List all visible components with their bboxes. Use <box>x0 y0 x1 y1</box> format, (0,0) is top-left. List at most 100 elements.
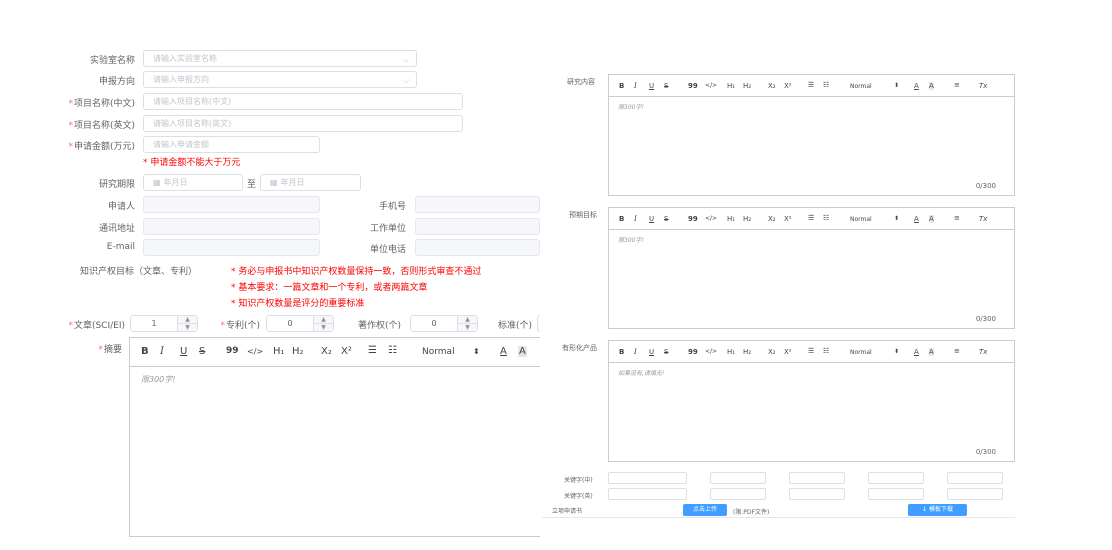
h1-button[interactable]: H₁ <box>727 348 735 356</box>
patent-count-stepper[interactable]: 0 ▲ ▼ <box>266 315 334 332</box>
clean-format-button[interactable]: Tx <box>979 348 987 356</box>
align-button[interactable]: ≡ <box>954 81 960 89</box>
font-color-button[interactable]: A <box>500 346 507 357</box>
clean-format-button[interactable]: Tx <box>979 82 987 90</box>
stepper-down-icon[interactable]: ▼ <box>314 324 333 332</box>
bold-button[interactable]: B <box>619 215 624 223</box>
size-select[interactable]: Normal <box>850 83 872 90</box>
quote-button[interactable]: 99 <box>226 346 239 356</box>
strike-button[interactable]: S <box>664 348 668 356</box>
bold-button[interactable]: B <box>619 348 624 356</box>
background-color-button[interactable]: A <box>929 348 934 356</box>
strike-button[interactable]: S <box>199 346 205 357</box>
font-color-button[interactable]: A <box>914 215 919 223</box>
superscript-button[interactable]: X² <box>784 215 792 223</box>
strike-button[interactable]: S <box>664 82 668 90</box>
address-input[interactable] <box>143 218 320 235</box>
h2-button[interactable]: H₂ <box>292 346 304 357</box>
code-button[interactable]: </> <box>705 215 717 222</box>
stepper-up-icon[interactable]: ▲ <box>314 316 333 324</box>
background-color-button[interactable]: A <box>929 82 934 90</box>
h1-button[interactable]: H₁ <box>273 346 285 357</box>
italic-button[interactable]: I <box>634 348 637 356</box>
h1-button[interactable]: H₁ <box>727 82 735 90</box>
amount-input[interactable]: 请输入申请金额 <box>143 136 320 153</box>
abstract-editor[interactable]: 限300字! <box>129 366 540 537</box>
keyword-en-input-4[interactable] <box>868 488 924 500</box>
expected-goal-editor[interactable]: 限300字! 0/300 <box>608 229 1015 329</box>
research-content-editor[interactable]: 限300字! 0/300 <box>608 96 1015 196</box>
code-button[interactable]: </> <box>247 347 263 356</box>
underline-button[interactable]: U <box>180 346 187 357</box>
align-button[interactable]: ≡ <box>954 214 960 222</box>
superscript-button[interactable]: X² <box>784 348 792 356</box>
keyword-cn-input-5[interactable] <box>947 472 1003 484</box>
font-color-button[interactable]: A <box>914 348 919 356</box>
keyword-en-input-5[interactable] <box>947 488 1003 500</box>
quote-button[interactable]: 99 <box>688 82 698 90</box>
keyword-en-input-3[interactable] <box>789 488 845 500</box>
article-count-stepper[interactable]: 1 ▲ ▼ <box>130 315 198 332</box>
underline-button[interactable]: U <box>649 215 654 223</box>
upload-button[interactable]: 点击上传 <box>683 504 727 516</box>
keyword-en-input-2[interactable] <box>710 488 766 500</box>
size-select[interactable]: Normal <box>850 349 872 356</box>
copyright-count-stepper[interactable]: 0 ▲ ▼ <box>410 315 478 332</box>
stepper-up-icon[interactable]: ▲ <box>458 316 477 324</box>
italic-button[interactable]: I <box>634 215 637 223</box>
bold-button[interactable]: B <box>141 346 149 357</box>
direction-select[interactable]: 请输入申报方向 ⌵ <box>143 71 417 88</box>
code-button[interactable]: </> <box>705 348 717 355</box>
subscript-button[interactable]: X₂ <box>768 82 776 90</box>
bullet-list-icon[interactable]: ☷ <box>388 345 397 356</box>
underline-button[interactable]: U <box>649 348 654 356</box>
applicant-input[interactable] <box>143 196 320 213</box>
strike-button[interactable]: S <box>664 215 668 223</box>
stepper-down-icon[interactable]: ▼ <box>178 324 197 332</box>
subscript-button[interactable]: X₂ <box>768 348 776 356</box>
subscript-button[interactable]: X₂ <box>768 215 776 223</box>
email-input[interactable] <box>143 239 320 256</box>
bold-button[interactable]: B <box>619 82 624 90</box>
superscript-button[interactable]: X² <box>784 82 792 90</box>
quote-button[interactable]: 99 <box>688 348 698 356</box>
bullet-list-icon[interactable]: ☷ <box>823 214 829 222</box>
keyword-cn-input-3[interactable] <box>789 472 845 484</box>
font-color-button[interactable]: A <box>914 82 919 90</box>
h1-button[interactable]: H₁ <box>727 215 735 223</box>
unit-phone-input[interactable] <box>415 239 540 256</box>
tangible-product-editor[interactable]: 如果没有,请填无! 0/300 <box>608 362 1015 462</box>
workplace-input[interactable] <box>415 218 540 235</box>
project-en-input[interactable]: 请输入项目名称(英文) <box>143 115 463 132</box>
italic-button[interactable]: I <box>160 346 164 357</box>
phone-input[interactable] <box>415 196 540 213</box>
stepper-down-icon[interactable]: ▼ <box>458 324 477 332</box>
ordered-list-icon[interactable]: ☰ <box>368 345 377 356</box>
superscript-button[interactable]: X² <box>341 346 352 357</box>
italic-button[interactable]: I <box>634 82 637 90</box>
background-color-button[interactable]: A <box>518 346 527 357</box>
keyword-cn-input-1[interactable] <box>608 472 687 484</box>
bullet-list-icon[interactable]: ☷ <box>823 81 829 89</box>
ordered-list-icon[interactable]: ☰ <box>808 347 814 355</box>
h2-button[interactable]: H₂ <box>743 215 751 223</box>
align-button[interactable]: ≡ <box>954 347 960 355</box>
h2-button[interactable]: H₂ <box>743 82 751 90</box>
ordered-list-icon[interactable]: ☰ <box>808 214 814 222</box>
stepper-up-icon[interactable]: ▲ <box>178 316 197 324</box>
project-cn-input[interactable]: 请输入项目名称(中文) <box>143 93 463 110</box>
underline-button[interactable]: U <box>649 82 654 90</box>
background-color-button[interactable]: A <box>929 215 934 223</box>
ordered-list-icon[interactable]: ☰ <box>808 81 814 89</box>
subscript-button[interactable]: X₂ <box>321 346 332 357</box>
template-download-button[interactable]: ↓ 模板下载 <box>908 504 967 516</box>
period-start-input[interactable]: ▦ 年月日 <box>143 174 243 191</box>
size-select[interactable]: Normal <box>422 347 455 357</box>
code-button[interactable]: </> <box>705 82 717 89</box>
standard-count-stepper[interactable] <box>537 315 540 332</box>
period-end-input[interactable]: ▦ 年月日 <box>260 174 361 191</box>
quote-button[interactable]: 99 <box>688 215 698 223</box>
size-select[interactable]: Normal <box>850 216 872 223</box>
h2-button[interactable]: H₂ <box>743 348 751 356</box>
keyword-en-input-1[interactable] <box>608 488 687 500</box>
